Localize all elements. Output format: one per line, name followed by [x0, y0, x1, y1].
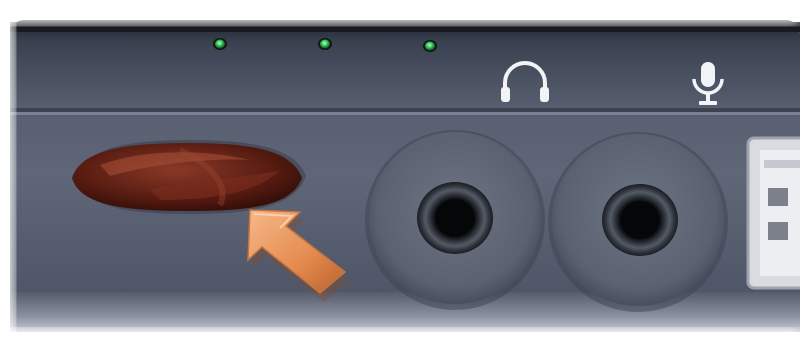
connector-port	[746, 136, 800, 290]
led-indicator-1	[213, 38, 227, 50]
led-indicator-3	[423, 40, 437, 52]
led-indicator-2	[318, 38, 332, 50]
infrared-sensor	[72, 140, 306, 214]
laptop-side-panel-photo	[0, 0, 800, 354]
microphone-jack	[548, 132, 728, 312]
headphone-jack	[365, 130, 545, 310]
